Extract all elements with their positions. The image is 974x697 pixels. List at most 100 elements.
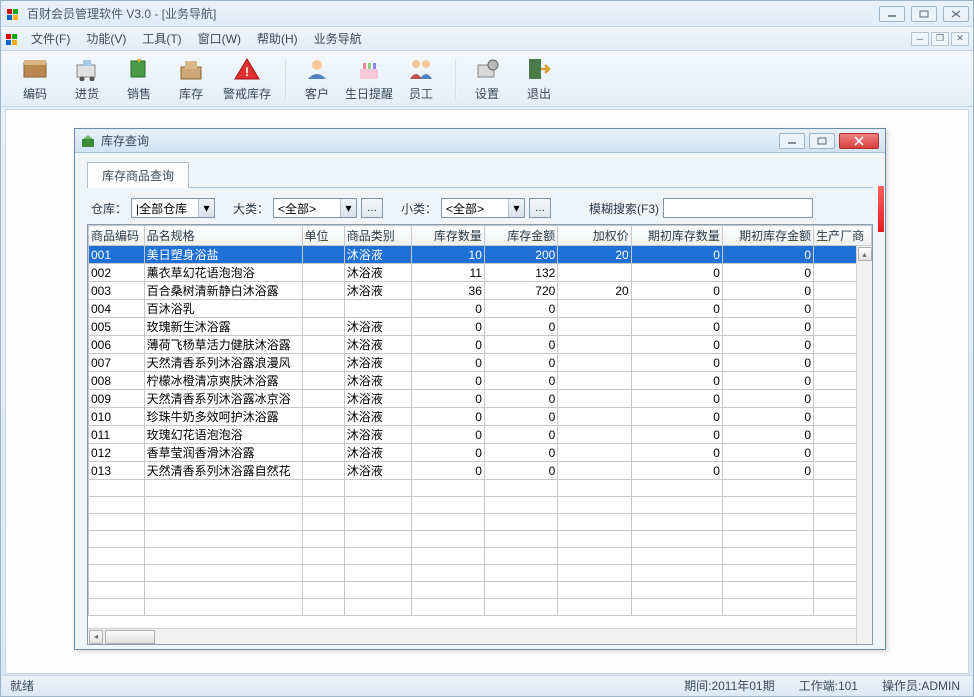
table-row[interactable]: 009天然清香系列沐浴露冰京浴沐浴液0000 xyxy=(89,390,872,408)
exit-icon xyxy=(523,55,555,83)
menu-tools[interactable]: 工具(T) xyxy=(134,30,189,47)
table-row[interactable]: 007天然清香系列沐浴露浪漫风沐浴液0000 xyxy=(89,354,872,372)
menu-function[interactable]: 功能(V) xyxy=(78,30,134,47)
table-row[interactable]: 004百沐浴乳0000 xyxy=(89,300,872,318)
table-row-empty xyxy=(89,514,872,531)
table-row[interactable]: 012香草莹润香滑沐浴露沐浴液0000 xyxy=(89,444,872,462)
stock-icon xyxy=(175,55,207,83)
menu-help[interactable]: 帮助(H) xyxy=(249,30,306,47)
cell: 0 xyxy=(631,372,722,390)
cell: 天然清香系列沐浴露冰京浴 xyxy=(144,390,302,408)
cell: 0 xyxy=(484,336,557,354)
col-header[interactable]: 库存金额 xyxy=(484,226,557,246)
chevron-down-icon[interactable]: ▾ xyxy=(340,199,356,217)
category-select[interactable]: <全部> ▾ xyxy=(273,198,357,218)
col-header[interactable]: 商品类别 xyxy=(344,226,411,246)
table-row[interactable]: 008柠檬冰橙清凉爽肤沐浴露沐浴液0000 xyxy=(89,372,872,390)
subcategory-browse-button[interactable]: … xyxy=(529,198,551,218)
col-header[interactable]: 单位 xyxy=(302,226,344,246)
toolbar-birthday-button[interactable]: 生日提醒 xyxy=(345,55,393,102)
search-input[interactable] xyxy=(663,198,813,218)
toolbar-alert-button[interactable]: !警戒库存 xyxy=(219,55,275,102)
cell xyxy=(302,372,344,390)
cell: 0 xyxy=(484,444,557,462)
col-header[interactable]: 期初库存金额 xyxy=(722,226,813,246)
tab-stock-query[interactable]: 库存商品查询 xyxy=(87,162,189,188)
cell: 0 xyxy=(484,318,557,336)
cell: 0 xyxy=(631,354,722,372)
main-maximize-button[interactable] xyxy=(911,6,937,22)
toolbar-customer-button[interactable]: 客户 xyxy=(293,55,341,102)
col-header[interactable]: 加权价 xyxy=(558,226,631,246)
col-header[interactable]: 期初库存数量 xyxy=(631,226,722,246)
scroll-up-button[interactable]: ▴ xyxy=(858,247,872,261)
main-minimize-button[interactable] xyxy=(879,6,905,22)
horizontal-scrollbar[interactable]: ◂ xyxy=(88,628,856,644)
table-row[interactable]: 002薰衣草幻花语泡泡浴沐浴液1113200 xyxy=(89,264,872,282)
cell: 柠檬冰橙清凉爽肤沐浴露 xyxy=(144,372,302,390)
cell: 0 xyxy=(631,408,722,426)
table-row[interactable]: 005玫瑰新生沐浴露沐浴液0000 xyxy=(89,318,872,336)
cell xyxy=(302,354,344,372)
col-header[interactable]: 商品编码 xyxy=(89,226,145,246)
menu-window[interactable]: 窗口(W) xyxy=(190,30,249,47)
stock-grid[interactable]: 商品编码品名规格单位商品类别库存数量库存金额加权价期初库存数量期初库存金额生产厂… xyxy=(88,225,872,616)
child-maximize-button[interactable] xyxy=(809,133,835,149)
cell: 0 xyxy=(722,444,813,462)
cell: 香草莹润香滑沐浴露 xyxy=(144,444,302,462)
cell: 0 xyxy=(411,444,484,462)
table-row[interactable]: 013天然清香系列沐浴露自然花沐浴液0000 xyxy=(89,462,872,480)
cell: 沐浴液 xyxy=(344,426,411,444)
col-header[interactable]: 库存数量 xyxy=(411,226,484,246)
chevron-down-icon[interactable]: ▾ xyxy=(198,199,214,217)
col-header[interactable]: 品名规格 xyxy=(144,226,302,246)
cell: 百合桑树清新静白沐浴露 xyxy=(144,282,302,300)
scroll-thumb[interactable] xyxy=(105,630,155,644)
warehouse-label: 仓库： xyxy=(91,200,127,217)
cell: 0 xyxy=(631,300,722,318)
code-icon xyxy=(19,55,51,83)
menu-nav[interactable]: 业务导航 xyxy=(306,30,370,47)
scroll-left-button[interactable]: ◂ xyxy=(89,630,103,644)
category-browse-button[interactable]: … xyxy=(361,198,383,218)
toolbar-sales-button[interactable]: 销售 xyxy=(115,55,163,102)
vertical-scrollbar[interactable]: ▴ xyxy=(856,246,872,644)
mdi-minimize-button[interactable]: ─ xyxy=(911,32,929,46)
cell: 美日塑身浴盐 xyxy=(144,246,302,264)
cell xyxy=(302,462,344,480)
cell xyxy=(558,408,631,426)
toolbar-exit-button[interactable]: 退出 xyxy=(515,55,563,102)
cell: 百沐浴乳 xyxy=(144,300,302,318)
cell: 0 xyxy=(722,426,813,444)
child-minimize-button[interactable] xyxy=(779,133,805,149)
mdi-close-button[interactable]: ✕ xyxy=(951,32,969,46)
menubar: 文件(F) 功能(V) 工具(T) 窗口(W) 帮助(H) 业务导航 ─ ❐ ✕ xyxy=(1,27,973,51)
table-row[interactable]: 006薄荷飞杨草活力健肤沐浴露沐浴液0000 xyxy=(89,336,872,354)
cell: 008 xyxy=(89,372,145,390)
chevron-down-icon[interactable]: ▾ xyxy=(508,199,524,217)
child-close-button[interactable] xyxy=(839,133,879,149)
table-row[interactable]: 010珍珠牛奶多效呵护沐浴露沐浴液0000 xyxy=(89,408,872,426)
mdi-client-area: 库存查询 库存商品查询 仓库： |全部仓库 ▾ xyxy=(5,109,969,674)
purchase-icon xyxy=(71,55,103,83)
warehouse-select[interactable]: |全部仓库 ▾ xyxy=(131,198,215,218)
table-row[interactable]: 003百合桑树清新静白沐浴露沐浴液367202000 xyxy=(89,282,872,300)
toolbar-code-button[interactable]: 编码 xyxy=(11,55,59,102)
cell xyxy=(558,354,631,372)
menu-file[interactable]: 文件(F) xyxy=(23,30,78,47)
cell: 007 xyxy=(89,354,145,372)
table-row[interactable]: 001美日塑身浴盐沐浴液102002000 xyxy=(89,246,872,264)
toolbar-settings-button[interactable]: 设置 xyxy=(463,55,511,102)
cell: 11 xyxy=(411,264,484,282)
col-header[interactable]: 生产厂商 xyxy=(814,226,872,246)
subcategory-select[interactable]: <全部> ▾ xyxy=(441,198,525,218)
main-close-button[interactable] xyxy=(943,6,969,22)
toolbar-purchase-button[interactable]: 进货 xyxy=(63,55,111,102)
toolbar-stock-button[interactable]: 库存 xyxy=(167,55,215,102)
mdi-restore-button[interactable]: ❐ xyxy=(931,32,949,46)
table-row[interactable]: 011玫瑰幻花语泡泡浴沐浴液0000 xyxy=(89,426,872,444)
cell: 720 xyxy=(484,282,557,300)
toolbar-staff-button[interactable]: 员工 xyxy=(397,55,445,102)
cell xyxy=(558,390,631,408)
status-operator: 操作员:ADMIN xyxy=(882,677,964,694)
